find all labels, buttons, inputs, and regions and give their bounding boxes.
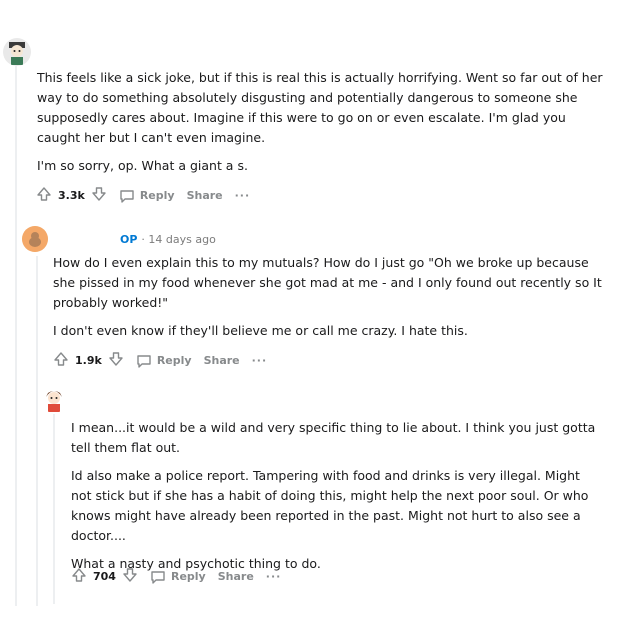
more-options-button[interactable]: ··· <box>235 189 251 202</box>
vote-count: 3.3k <box>58 189 85 202</box>
more-options-button[interactable]: ··· <box>266 570 282 583</box>
more-options-button[interactable]: ··· <box>252 354 268 367</box>
avatar-icon <box>40 385 68 413</box>
timestamp: · 14 days ago <box>141 233 216 246</box>
comment-bubble-icon <box>120 189 134 203</box>
avatar-icon <box>3 38 31 66</box>
reply-label: Reply <box>156 354 192 367</box>
reply-button[interactable]: Reply <box>150 569 206 585</box>
vote-count: 1.9k <box>75 354 102 367</box>
comment-text: I'm so sorry, op. What a giant a s. <box>37 158 248 173</box>
comment-body-1: This feels like a sick joke, but if this… <box>37 68 603 176</box>
thread-line-1[interactable] <box>15 66 17 606</box>
avatar[interactable] <box>40 385 68 413</box>
avatar-icon <box>22 226 48 252</box>
comment-body-3: I mean...it would be a wild and very spe… <box>71 418 601 574</box>
reply-label: Reply <box>139 189 175 202</box>
thread-line-3[interactable] <box>53 414 55 604</box>
comment-actions-1: 3.3k Reply Share ··· <box>36 186 250 205</box>
thread-line-2[interactable] <box>36 256 38 606</box>
downvote-icon[interactable] <box>122 567 138 586</box>
share-button[interactable]: Share <box>187 189 223 202</box>
comment-actions-3: 704 Reply Share ··· <box>71 567 281 586</box>
comment-text: This feels like a sick joke, but if this… <box>37 70 603 145</box>
op-badge[interactable]: OP <box>120 233 137 246</box>
avatar[interactable] <box>3 38 31 66</box>
share-label: Share <box>217 570 254 583</box>
vote-count: 704 <box>93 570 116 583</box>
upvote-icon[interactable] <box>36 186 52 205</box>
comment-actions-2: 1.9k Reply Share ··· <box>53 351 267 370</box>
upvote-icon[interactable] <box>71 567 87 586</box>
comment-bubble-icon <box>151 570 165 584</box>
comment-text: Id also make a police report. Tampering … <box>71 468 589 543</box>
share-label: Share <box>203 354 240 367</box>
reply-label: Reply <box>170 570 206 583</box>
reply-button[interactable]: Reply <box>136 353 192 369</box>
comment-body-2: How do I even explain this to my mutuals… <box>53 253 603 341</box>
upvote-icon[interactable] <box>53 351 69 370</box>
downvote-icon[interactable] <box>91 186 107 205</box>
reply-button[interactable]: Reply <box>119 188 175 204</box>
comment-meta-2: OP · 14 days ago <box>120 233 216 246</box>
avatar[interactable] <box>22 226 48 252</box>
comment-text: I mean...it would be a wild and very spe… <box>71 420 596 455</box>
comment-text: I don't even know if they'll believe me … <box>53 323 468 338</box>
comment-text: How do I even explain this to my mutuals… <box>53 255 602 310</box>
share-button[interactable]: Share <box>204 354 240 367</box>
comment-bubble-icon <box>137 354 151 368</box>
share-button[interactable]: Share <box>218 570 254 583</box>
downvote-icon[interactable] <box>108 351 124 370</box>
share-label: Share <box>186 189 223 202</box>
